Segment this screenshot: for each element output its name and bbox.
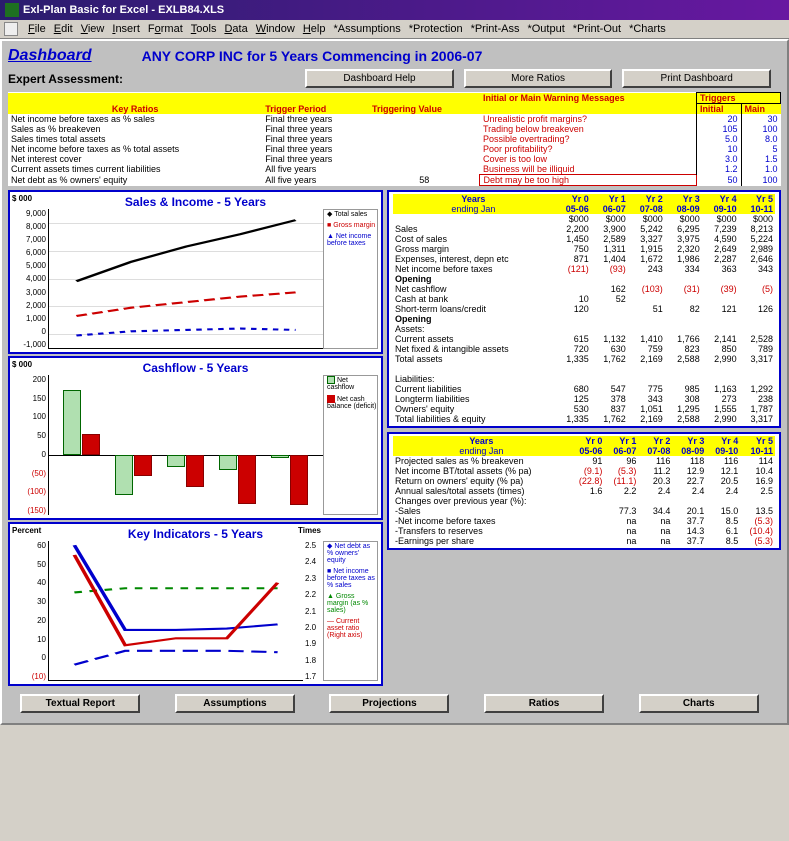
company-title: ANY CORP INC for 5 Years Commencing in 2… bbox=[142, 48, 483, 64]
menu-print-out[interactable]: *Print-Out bbox=[573, 23, 621, 35]
menu-help[interactable]: Help bbox=[303, 23, 326, 35]
ratio-row: Sales as % breakevenFinal three yearsTra… bbox=[8, 124, 781, 134]
data-row: Sales2,2003,9005,2426,2957,2398,213 bbox=[393, 224, 775, 234]
menu-edit[interactable]: Edit bbox=[54, 23, 73, 35]
data-row: Gross margin7501,3111,9152,3202,6492,989 bbox=[393, 244, 775, 254]
ratios-button[interactable]: Ratios bbox=[484, 694, 604, 713]
dashboard-heading[interactable]: Dashboard bbox=[8, 47, 92, 65]
data-row: Net fixed & intangible assets72063075982… bbox=[393, 344, 775, 354]
menu-view[interactable]: View bbox=[81, 23, 105, 35]
menu-window[interactable]: Window bbox=[256, 23, 295, 35]
cashflow-chart: $ 000 Cashflow - 5 Years 200150100500(50… bbox=[8, 356, 383, 520]
data-row: Annual sales/total assets (times)1.62.22… bbox=[393, 486, 775, 496]
ratio-row: Net debt as % owners' equityAll five yea… bbox=[8, 175, 781, 186]
data-row: Current assets6151,1321,4101,7662,1412,5… bbox=[393, 334, 775, 344]
menu-print-ass[interactable]: *Print-Ass bbox=[471, 23, 520, 35]
data-row: Changes over previous year (%): bbox=[393, 496, 775, 506]
data-row: Total liabilities & equity1,3351,7622,16… bbox=[393, 414, 775, 424]
menu-bar: File Edit View Insert Format Tools Data … bbox=[0, 20, 789, 39]
ratio-row: Net income before taxes as % salesFinal … bbox=[8, 114, 781, 124]
ratio-row: Current assets times current liabilities… bbox=[8, 164, 781, 175]
sales-income-chart: $ 000 Sales & Income - 5 Years 9,0008,00… bbox=[8, 190, 383, 354]
more-ratios-button[interactable]: More Ratios bbox=[464, 69, 613, 88]
menu-protection[interactable]: *Protection bbox=[409, 23, 463, 35]
data-row: Short-term loans/credit1205182121126 bbox=[393, 304, 775, 314]
data-row: Net income BT/total assets (% pa)(9.1)(5… bbox=[393, 466, 775, 476]
indicators-panel: Yearsending JanYr 005-06Yr 106-07Yr 207-… bbox=[387, 432, 781, 550]
data-row: Longterm liabilities125378343308273238 bbox=[393, 394, 775, 404]
charts-button[interactable]: Charts bbox=[639, 694, 759, 713]
menu-charts[interactable]: *Charts bbox=[629, 23, 666, 35]
key-indicators-chart: Percent Times Key Indicators - 5 Years 6… bbox=[8, 522, 383, 686]
ratio-row: Net interest coverFinal three yearsCover… bbox=[8, 154, 781, 164]
data-row: Net income before taxes(121)(93)24333436… bbox=[393, 264, 775, 274]
workbook-icon bbox=[4, 22, 18, 36]
financials-panel: Yearsending JanYr 005-06Yr 106-07Yr 207-… bbox=[387, 190, 781, 428]
data-row: Cash at bank1052 bbox=[393, 294, 775, 304]
menu-insert[interactable]: Insert bbox=[112, 23, 140, 35]
textual-report-button[interactable]: Textual Report bbox=[20, 694, 140, 713]
menu-output[interactable]: *Output bbox=[527, 23, 564, 35]
window-titlebar: Exl-Plan Basic for Excel - EXLB84.XLS bbox=[0, 0, 789, 20]
menu-assumptions[interactable]: *Assumptions bbox=[333, 23, 400, 35]
data-row: Projected sales as % breakeven9196116118… bbox=[393, 456, 775, 466]
data-row: Owners' equity5308371,0511,2951,5551,787 bbox=[393, 404, 775, 414]
msg-header: Initial or Main Warning Messages bbox=[480, 93, 696, 104]
menu-tools[interactable]: Tools bbox=[191, 23, 217, 35]
expert-label: Expert Assessment: bbox=[8, 72, 305, 86]
ratio-row: Sales times total assetsFinal three year… bbox=[8, 134, 781, 144]
ratio-row: Net income before taxes as % total asset… bbox=[8, 144, 781, 154]
dashboard-help-button[interactable]: Dashboard Help bbox=[305, 69, 454, 88]
ratios-table: Initial or Main Warning Messages Trigger… bbox=[8, 92, 781, 186]
print-dashboard-button[interactable]: Print Dashboard bbox=[622, 69, 771, 88]
data-row: Cost of sales1,4502,5893,3273,9754,5905,… bbox=[393, 234, 775, 244]
data-row: Return on owners' equity (% pa)(22.8)(11… bbox=[393, 476, 775, 486]
data-row: -Earnings per sharenana37.78.5(5.3) bbox=[393, 536, 775, 546]
data-row: Current liabilities6805477759851,1631,29… bbox=[393, 384, 775, 394]
dashboard-content: Dashboard ANY CORP INC for 5 Years Comme… bbox=[0, 39, 789, 725]
data-row: -Net income before taxesnana37.78.5(5.3) bbox=[393, 516, 775, 526]
data-row: Total assets1,3351,7622,1692,5882,9903,3… bbox=[393, 354, 775, 364]
assumptions-button[interactable]: Assumptions bbox=[175, 694, 295, 713]
triggers-header: Triggers bbox=[696, 93, 780, 104]
window-title: Exl-Plan Basic for Excel - EXLB84.XLS bbox=[23, 4, 224, 16]
data-row: Expenses, interest, depn etc8711,4041,67… bbox=[393, 254, 775, 264]
projections-button[interactable]: Projections bbox=[329, 694, 449, 713]
data-row: Net cashflow162(103)(31)(39)(5) bbox=[393, 284, 775, 294]
excel-icon bbox=[5, 3, 19, 17]
menu-format[interactable]: Format bbox=[148, 23, 183, 35]
data-row: -Sales77.334.420.115.013.5 bbox=[393, 506, 775, 516]
menu-file[interactable]: File bbox=[28, 23, 46, 35]
menu-data[interactable]: Data bbox=[224, 23, 247, 35]
data-row: -Transfers to reservesnana14.36.1(10.4) bbox=[393, 526, 775, 536]
